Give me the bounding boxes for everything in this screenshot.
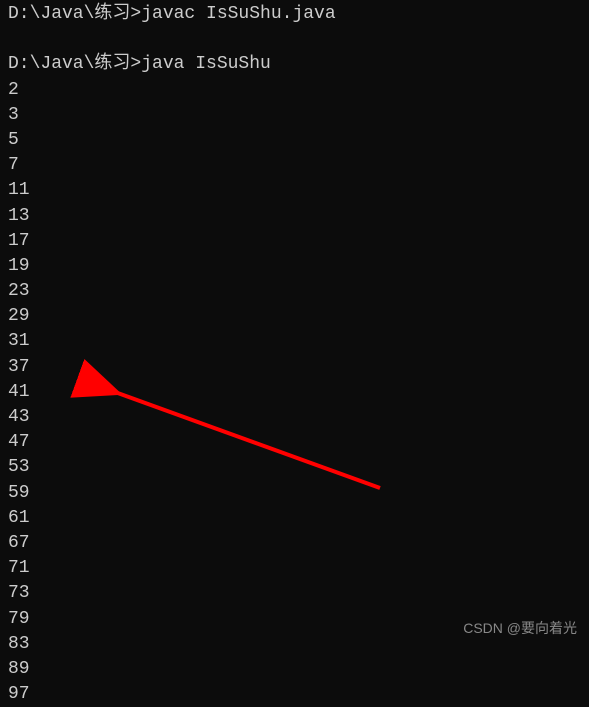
blank-line [8,27,581,52]
command-line-2: D:\Java\练习>java IsSuShu [8,52,581,77]
output-line: 97 [8,682,581,707]
output-line: 3 [8,103,581,128]
command-2: java IsSuShu [141,54,271,74]
output-list: 2357111317192329313741434753596167717379… [8,78,581,707]
command-line-1: D:\Java\练习>javac IsSuShu.java [8,2,581,27]
output-line: 71 [8,556,581,581]
output-line: 37 [8,355,581,380]
output-line: 43 [8,405,581,430]
terminal-output: D:\Java\练习>javac IsSuShu.java D:\Java\练习… [8,2,581,707]
prompt-1: D:\Java\练习> [8,4,141,24]
output-line: 41 [8,380,581,405]
output-line: 29 [8,304,581,329]
output-line: 67 [8,531,581,556]
output-line: 89 [8,657,581,682]
output-line: 31 [8,329,581,354]
output-line: 19 [8,254,581,279]
output-line: 47 [8,430,581,455]
output-line: 5 [8,128,581,153]
output-line: 13 [8,204,581,229]
output-line: 17 [8,229,581,254]
output-line: 59 [8,481,581,506]
output-line: 53 [8,455,581,480]
output-line: 11 [8,178,581,203]
output-line: 61 [8,506,581,531]
output-line: 2 [8,78,581,103]
command-1: javac IsSuShu.java [141,4,335,24]
output-line: 7 [8,153,581,178]
watermark-text: CSDN @要向着光 [463,619,577,639]
output-line: 73 [8,581,581,606]
output-line: 23 [8,279,581,304]
prompt-2: D:\Java\练习> [8,54,141,74]
